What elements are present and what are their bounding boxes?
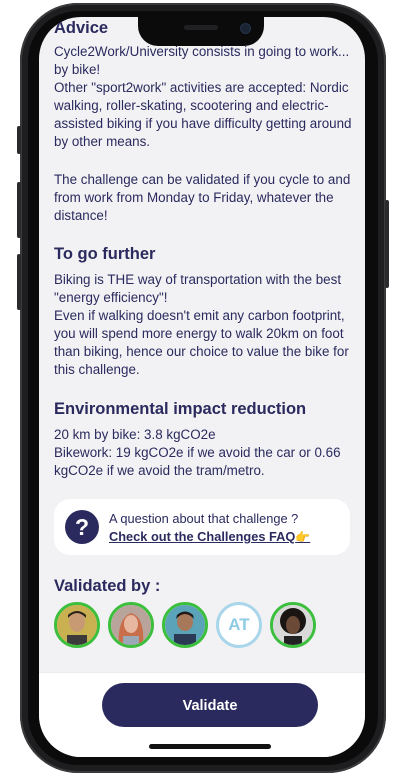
avatar-photo-1 xyxy=(57,605,97,645)
home-indicator[interactable] xyxy=(149,744,271,749)
validated-by-title: Validated by : xyxy=(54,577,161,595)
front-camera-icon xyxy=(240,23,251,34)
further-heading: To go further xyxy=(54,245,156,263)
avatar-photo-3 xyxy=(165,605,205,645)
question-icon: ? xyxy=(65,510,99,544)
faq-link[interactable]: Check out the Challenges FAQ👉 xyxy=(109,529,310,544)
speaker-grille xyxy=(184,25,218,30)
pointing-hand-icon: 👉 xyxy=(295,530,311,544)
validate-button[interactable]: Validate xyxy=(102,683,318,727)
avatar-photo-2 xyxy=(111,605,151,645)
faq-link-label[interactable]: Check out the Challenges FAQ xyxy=(109,529,295,544)
faq-card[interactable]: ? A question about that challenge ? Chec… xyxy=(54,499,350,555)
phone-notch xyxy=(138,14,264,46)
avatar-3[interactable] xyxy=(162,602,208,648)
silent-switch xyxy=(17,126,21,154)
avatar-initials[interactable]: AT xyxy=(216,602,262,648)
avatar-2[interactable] xyxy=(108,602,154,648)
advice-paragraph-2: The challenge can be validated if you cy… xyxy=(54,172,351,223)
impact-heading: Environmental impact reduction xyxy=(54,400,307,418)
power-button xyxy=(385,200,389,288)
app-screen: Advice Cycle2Work/University consists in… xyxy=(39,17,365,757)
avatar-5[interactable] xyxy=(270,602,316,648)
advice-paragraph-1: Cycle2Work/University consists in going … xyxy=(54,44,352,149)
volume-up-button xyxy=(17,182,21,238)
volume-down-button xyxy=(17,254,21,310)
bottom-action-bar: Validate xyxy=(39,672,365,757)
impact-paragraph: 20 km by bike: 3.8 kgCO2e Bikework: 19 k… xyxy=(54,427,341,478)
further-paragraph: Biking is THE way of transportation with… xyxy=(54,272,349,377)
faq-question-text: A question about that challenge ? xyxy=(109,511,299,526)
avatar-1[interactable] xyxy=(54,602,100,648)
avatar-photo-5 xyxy=(273,605,313,645)
